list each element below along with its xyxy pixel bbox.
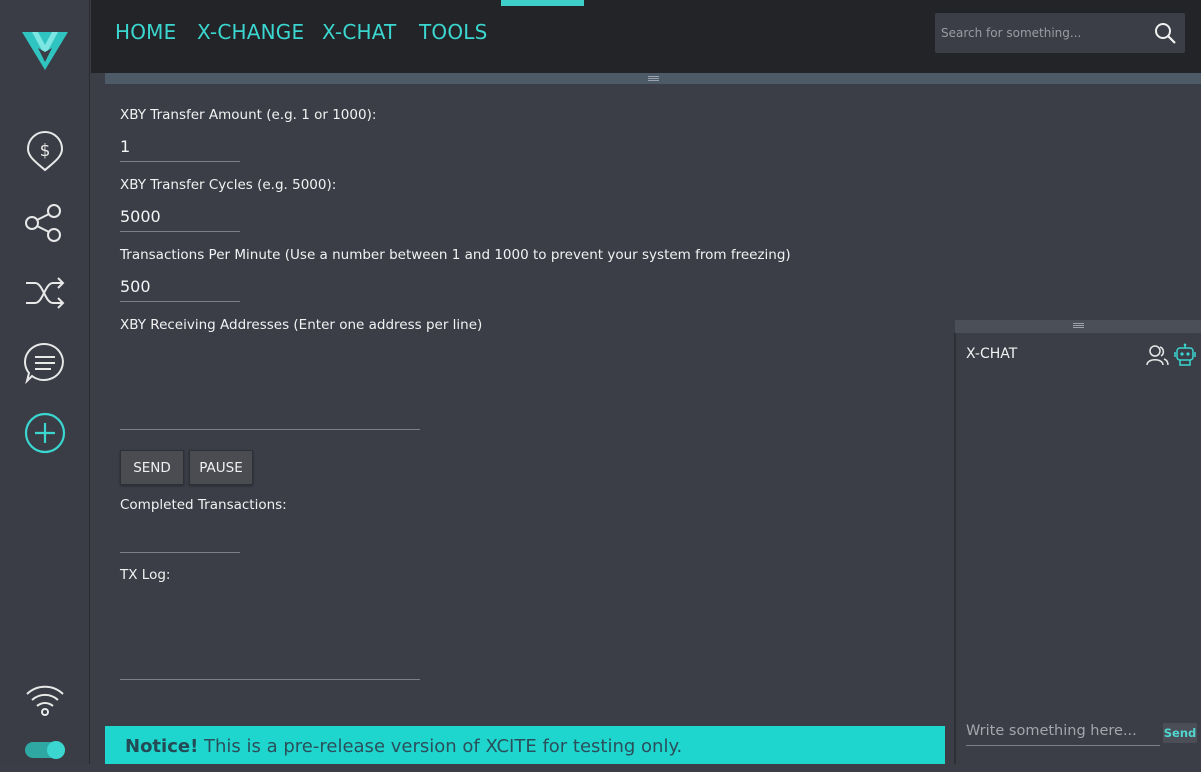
active-tab-indicator (501, 0, 584, 6)
chat-title: X-CHAT (966, 346, 1018, 362)
amount-label: XBY Transfer Amount (e.g. 1 or 1000): (120, 107, 377, 123)
users-icon[interactable] (1145, 343, 1169, 367)
search-input[interactable] (935, 13, 1145, 53)
transfer-tool-panel: XBY Transfer Amount (e.g. 1 or 1000): XB… (105, 84, 951, 711)
amount-field[interactable] (120, 132, 240, 162)
wifi-icon (23, 680, 67, 724)
search-icon[interactable] (1153, 21, 1177, 45)
chat-send-button[interactable]: Send (1163, 723, 1197, 743)
svg-text:$: $ (40, 141, 51, 161)
nav-home[interactable]: HOME (115, 20, 176, 44)
chat-panel-drag-handle[interactable] (955, 320, 1201, 333)
grip-icon (648, 76, 659, 82)
txlog-label: TX Log: (120, 567, 171, 583)
pre-release-notice: Notice! This is a pre-release version of… (105, 726, 945, 764)
bot-icon[interactable] (1173, 343, 1197, 367)
cycles-field[interactable] (120, 202, 240, 232)
notice-strong: Notice! (125, 736, 199, 757)
nav-x-change[interactable]: X-CHANGE (197, 20, 304, 44)
nav-tools[interactable]: TOOLS (419, 20, 488, 44)
pause-button[interactable]: PAUSE (189, 450, 253, 485)
send-button[interactable]: SEND (120, 450, 184, 485)
chat-message-input[interactable] (966, 716, 1160, 746)
completed-transactions-field (120, 552, 240, 553)
shuffle-icon[interactable] (23, 271, 67, 315)
notice-text: This is a pre-release version of XCITE f… (198, 736, 683, 757)
tpm-label: Transactions Per Minute (Use a number be… (120, 247, 791, 263)
chat-header-icons (1145, 343, 1197, 367)
sidebar: $ (0, 0, 90, 764)
top-navigation: HOME X-CHANGE X-CHAT TOOLS (91, 0, 1201, 73)
search-box (935, 13, 1185, 53)
main-panel-drag-handle[interactable] (105, 73, 1201, 84)
chat-icon[interactable] (23, 341, 67, 385)
addresses-label: XBY Receiving Addresses (Enter one addre… (120, 317, 483, 333)
tpm-field[interactable] (120, 272, 240, 302)
add-icon[interactable] (23, 411, 67, 455)
dollar-pin-icon[interactable]: $ (23, 130, 67, 174)
xcite-logo[interactable] (22, 30, 68, 72)
xchat-panel: X-CHAT Send (954, 333, 1201, 764)
addresses-field[interactable] (120, 340, 420, 430)
toggle-icon[interactable] (23, 728, 67, 772)
txlog-field[interactable] (120, 589, 420, 680)
nav-x-chat[interactable]: X-CHAT (322, 20, 396, 44)
share-icon[interactable] (23, 201, 67, 245)
completed-label: Completed Transactions: (120, 497, 287, 513)
grip-icon (1073, 323, 1084, 329)
cycles-label: XBY Transfer Cycles (e.g. 5000): (120, 177, 337, 193)
